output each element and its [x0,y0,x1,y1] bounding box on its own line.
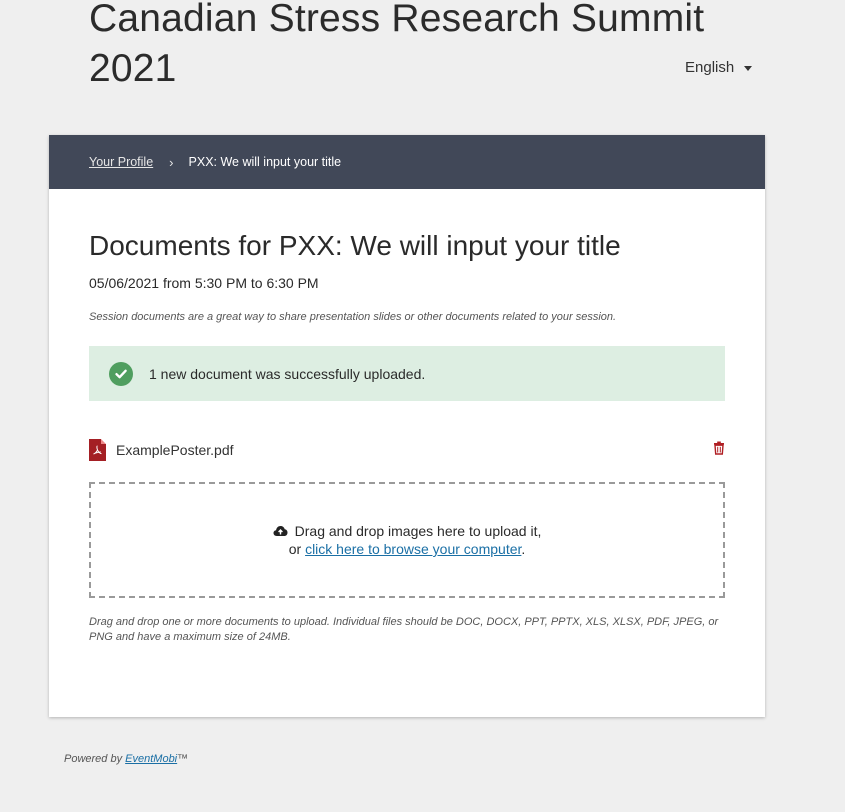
chevron-right-icon: › [169,154,174,170]
file-item: ExamplePoster.pdf [89,438,725,462]
file-name[interactable]: ExamplePoster.pdf [116,442,234,458]
event-title: Canadian Stress Research Summit 2021 [89,0,705,90]
trademark-symbol: ™ [177,753,189,765]
dropzone-instruction: Drag and drop images here to upload it, [294,523,542,539]
dropzone-period: . [521,541,526,557]
eventmobi-link[interactable]: EventMobi [125,753,177,765]
dropzone-line2: or click here to browse your computer. [289,540,526,558]
powered-by: Powered by EventMobi™ [64,753,188,765]
intro-hint: Session documents are a great way to sha… [89,311,617,323]
upload-dropzone[interactable]: Drag and drop images here to upload it, … [89,482,725,598]
cloud-upload-icon [273,526,288,536]
pdf-file-icon [89,439,106,461]
success-alert: 1 new document was successfully uploaded… [89,346,725,401]
check-circle-icon [109,361,133,386]
language-selector[interactable]: English [685,59,753,76]
breadcrumb: Your Profile › PXX: We will input your t… [49,135,765,189]
chevron-down-icon [744,66,753,71]
dropzone-line1: Drag and drop images here to upload it, [273,522,542,540]
dropzone-or: or [288,541,306,557]
language-label: English [685,59,735,76]
success-message: 1 new document was successfully uploaded… [149,365,426,382]
documents-card: Your Profile › PXX: We will input your t… [49,135,765,717]
trash-icon[interactable] [713,441,725,460]
main-content: Documents for PXX: We will input your ti… [49,189,765,645]
breadcrumb-profile-link[interactable]: Your Profile [89,155,153,169]
page-title: Documents for PXX: We will input your ti… [89,230,621,261]
breadcrumb-current: PXX: We will input your title [188,155,342,169]
powered-by-label: Powered by [64,753,126,765]
session-time: 05/06/2021 from 5:30 PM to 6:30 PM [89,275,319,291]
upload-hint: Drag and drop one or more documents to u… [89,616,719,643]
browse-computer-link[interactable]: click here to browse your computer [305,541,521,557]
